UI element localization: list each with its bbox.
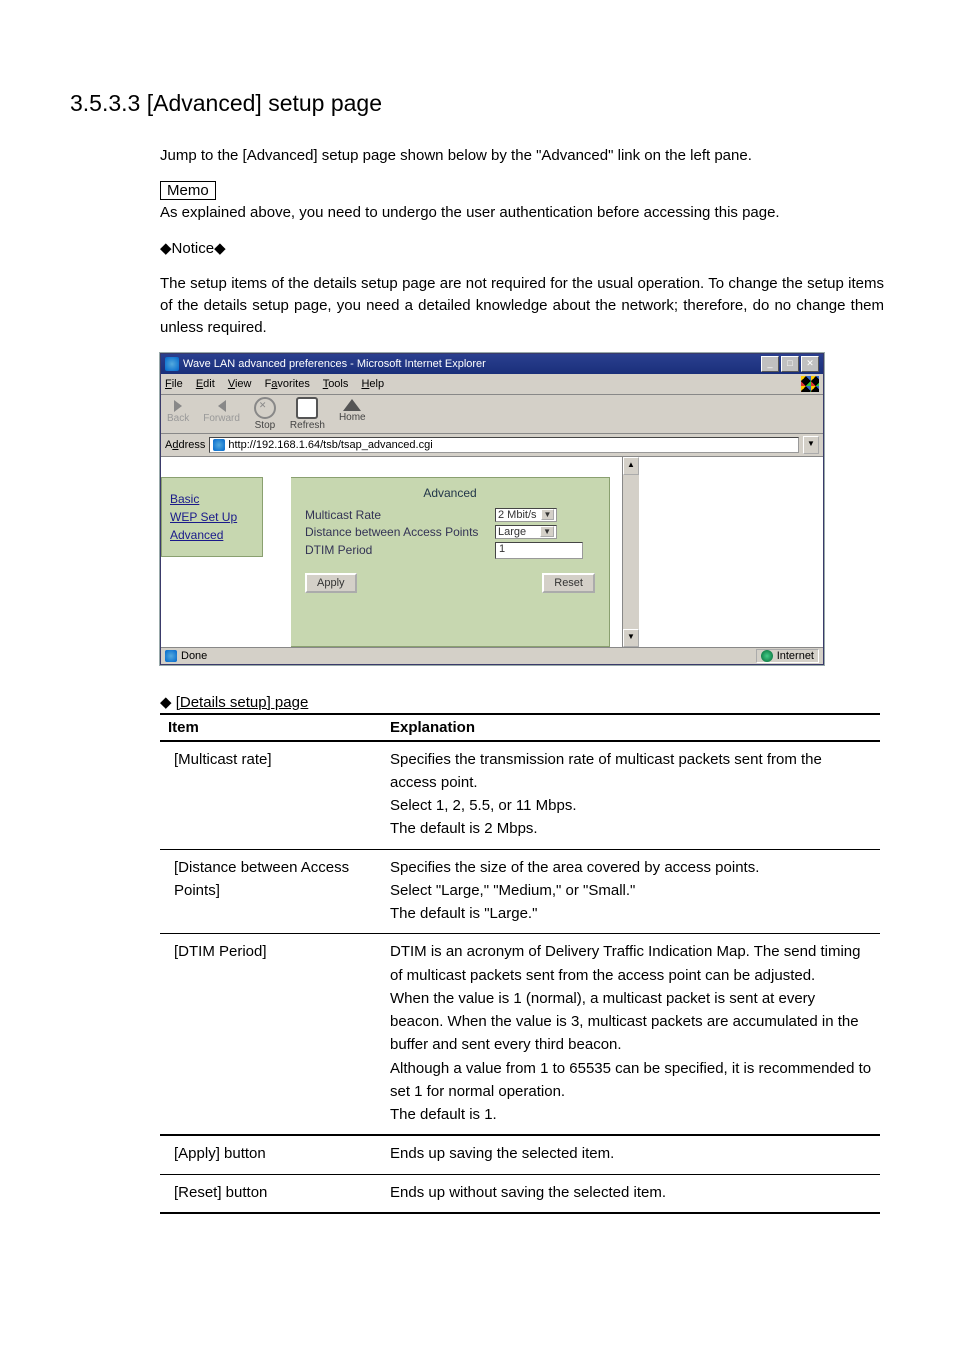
maximize-button[interactable]: □ xyxy=(781,356,799,372)
address-url: http://192.168.1.64/tsb/tsap_advanced.cg… xyxy=(228,439,432,451)
menu-edit[interactable]: Edit xyxy=(196,378,215,390)
details-item: [Distance between Access Points] xyxy=(160,849,382,934)
browser-window: Wave LAN advanced preferences - Microsof… xyxy=(160,353,824,665)
advanced-panel: Advanced Multicast Rate 2 Mbit/s▼ Distan… xyxy=(291,477,610,647)
back-button[interactable]: Back xyxy=(167,397,189,431)
section-heading: 3.5.3.3 [Advanced] setup page xyxy=(70,90,884,117)
menu-tools[interactable]: Tools xyxy=(323,378,349,390)
col-item: Item xyxy=(160,714,382,741)
details-explanation: Ends up without saving the selected item… xyxy=(382,1174,880,1213)
chevron-down-icon: ▼ xyxy=(540,526,554,537)
status-zone: Internet xyxy=(777,650,814,662)
details-item: [Apply] button xyxy=(160,1135,382,1174)
distance-label: Distance between Access Points xyxy=(305,525,495,539)
menu-favorites[interactable]: Favorites xyxy=(265,378,310,390)
apply-button[interactable]: Apply xyxy=(305,573,357,593)
details-item: [Reset] button xyxy=(160,1174,382,1213)
details-item: [DTIM Period] xyxy=(160,934,382,1136)
menu-view[interactable]: View xyxy=(228,378,252,390)
intro-text: Jump to the [Advanced] setup page shown … xyxy=(160,145,884,167)
content-area: Basic WEP Set Up Advanced Advanced Multi… xyxy=(161,457,622,647)
details-table: Item Explanation [Multicast rate]Specifi… xyxy=(160,713,880,1214)
details-caption: [Details setup] page xyxy=(160,693,884,711)
details-explanation: Ends up saving the selected item. xyxy=(382,1135,880,1174)
title-bar: Wave LAN advanced preferences - Microsof… xyxy=(161,354,823,374)
toolbar: Back Forward Stop Refresh Home xyxy=(161,395,823,434)
panel-heading: Advanced xyxy=(305,486,595,500)
stop-button[interactable]: Stop xyxy=(254,397,276,431)
menu-file[interactable]: File xyxy=(165,378,183,390)
notice-label: Notice xyxy=(160,238,884,260)
address-bar: Address http://192.168.1.64/tsb/tsap_adv… xyxy=(161,434,823,457)
menu-bar: File Edit View Favorites Tools Help xyxy=(161,374,823,395)
col-explanation: Explanation xyxy=(382,714,880,741)
nav-advanced-link[interactable]: Advanced xyxy=(170,528,254,542)
memo-text: As explained above, you need to undergo … xyxy=(160,202,884,224)
status-done: Done xyxy=(181,650,207,662)
ie-small-icon xyxy=(213,439,225,451)
ie-small-icon xyxy=(165,650,177,662)
refresh-button[interactable]: Refresh xyxy=(290,397,325,431)
distance-select[interactable]: Large▼ xyxy=(495,525,557,539)
vertical-scrollbar[interactable]: ▲ ▼ xyxy=(622,457,639,647)
windows-logo-icon xyxy=(801,376,819,392)
address-dropdown-icon[interactable]: ▼ xyxy=(803,436,819,454)
details-explanation: Specifies the size of the area covered b… xyxy=(382,849,880,934)
globe-icon xyxy=(761,650,773,662)
details-explanation: DTIM is an acronym of Delivery Traffic I… xyxy=(382,934,880,1136)
notice-text: The setup items of the details setup pag… xyxy=(160,273,884,338)
nav-panel: Basic WEP Set Up Advanced xyxy=(161,477,263,557)
details-item: [Multicast rate] xyxy=(160,741,382,850)
address-label: Address xyxy=(165,439,205,451)
scroll-down-icon[interactable]: ▼ xyxy=(623,629,639,647)
status-bar: Done Internet xyxy=(161,647,823,664)
close-button[interactable]: ✕ xyxy=(801,356,819,372)
window-title: Wave LAN advanced preferences - Microsof… xyxy=(183,358,486,370)
notice-label-text: Notice xyxy=(172,240,215,257)
dtim-label: DTIM Period xyxy=(305,543,495,557)
chevron-down-icon: ▼ xyxy=(541,509,555,520)
multicast-rate-label: Multicast Rate xyxy=(305,508,495,522)
forward-button[interactable]: Forward xyxy=(203,397,240,431)
address-field[interactable]: http://192.168.1.64/tsb/tsap_advanced.cg… xyxy=(209,437,799,453)
reset-button[interactable]: Reset xyxy=(542,573,595,593)
nav-basic-link[interactable]: Basic xyxy=(170,492,254,506)
ie-icon xyxy=(165,357,179,371)
nav-wep-link[interactable]: WEP Set Up xyxy=(170,510,254,524)
home-button[interactable]: Home xyxy=(339,397,366,431)
memo-label: Memo xyxy=(160,181,216,200)
details-explanation: Specifies the transmission rate of multi… xyxy=(382,741,880,850)
scroll-up-icon[interactable]: ▲ xyxy=(623,457,639,475)
dtim-input[interactable]: 1 xyxy=(495,542,583,559)
minimize-button[interactable]: _ xyxy=(761,356,779,372)
menu-help[interactable]: Help xyxy=(361,378,384,390)
multicast-rate-select[interactable]: 2 Mbit/s▼ xyxy=(495,508,557,522)
